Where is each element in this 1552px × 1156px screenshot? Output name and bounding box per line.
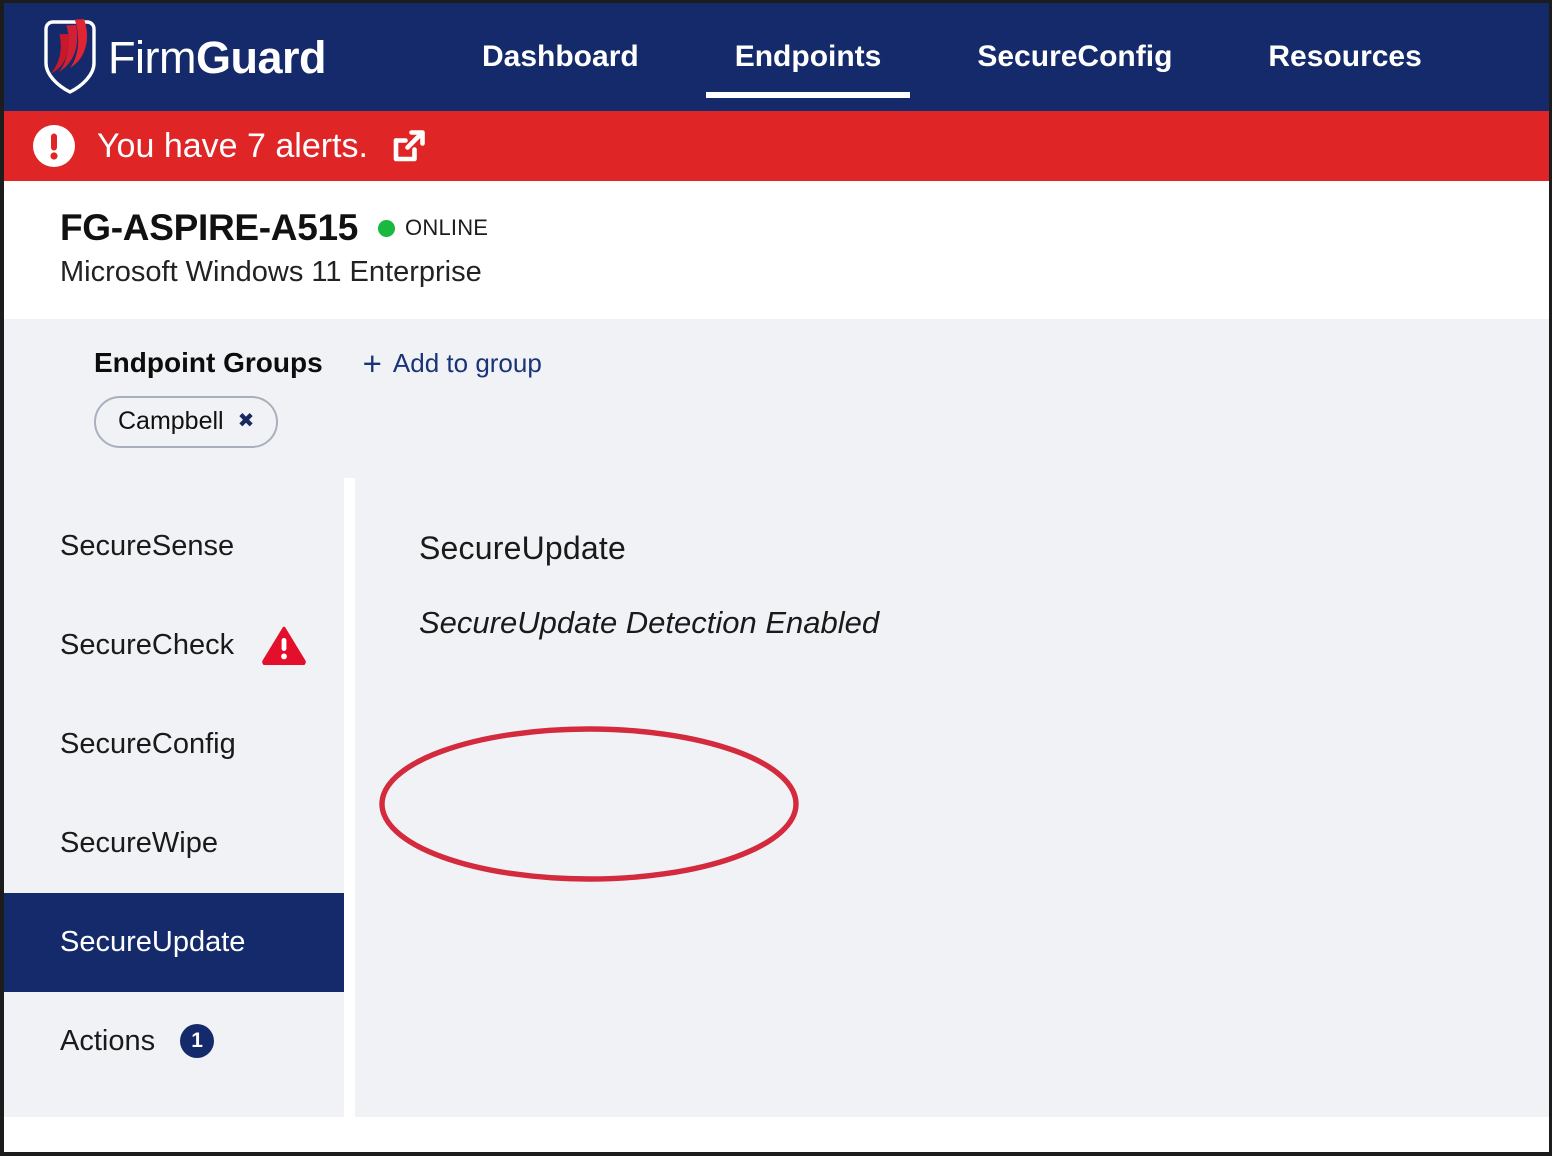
sidebar-item-secureconfig[interactable]: SecureConfig bbox=[4, 695, 344, 794]
sidebar-item-label: SecureConfig bbox=[60, 727, 236, 760]
nav-links: Dashboard Endpoints SecureConfig Resourc… bbox=[434, 3, 1549, 111]
nav-item-endpoints-label: Endpoints bbox=[734, 40, 882, 73]
external-link-icon[interactable] bbox=[390, 127, 428, 165]
sidebar-item-label: SecureWipe bbox=[60, 826, 218, 859]
online-status-dot-icon bbox=[378, 219, 396, 237]
group-chip-list: Campbell ✖ bbox=[94, 395, 1549, 448]
brand-name: FirmGuard bbox=[108, 31, 327, 83]
group-chip-label: Campbell bbox=[118, 406, 224, 435]
sidebar-item-label: Actions bbox=[60, 1024, 156, 1057]
endpoint-header: FG-ASPIRE-A515 ONLINE Microsoft Windows … bbox=[4, 181, 1549, 319]
sidebar-item-securecheck[interactable]: SecureCheck bbox=[4, 596, 344, 695]
endpoint-groups-row: Endpoint Groups + Add to group bbox=[94, 347, 1549, 380]
sidebar-item-secureupdate[interactable]: SecureUpdate bbox=[4, 892, 344, 992]
page-title: FG-ASPIRE-A515 bbox=[60, 207, 359, 248]
sidebar-item-actions-badge: 1 bbox=[180, 1024, 215, 1059]
add-to-group-button[interactable]: + Add to group bbox=[363, 347, 542, 380]
nav-item-resources[interactable]: Resources bbox=[1220, 3, 1469, 111]
sidebar-item-label: SecureUpdate bbox=[60, 925, 246, 958]
nav-item-resources-label: Resources bbox=[1268, 40, 1422, 73]
nav-item-dashboard-label: Dashboard bbox=[482, 40, 639, 73]
warning-triangle-icon bbox=[262, 626, 306, 666]
endpoint-groups-label: Endpoint Groups bbox=[94, 347, 323, 379]
module-sidebar: SecureSense SecureCheck SecureConfig Sec… bbox=[4, 477, 344, 1117]
brand-name-bold: Guard bbox=[195, 31, 327, 83]
status-badge: ONLINE bbox=[405, 215, 489, 241]
body-split: SecureSense SecureCheck SecureConfig Sec… bbox=[4, 477, 1549, 1117]
main-panel-subtitle: SecureUpdate Detection Enabled bbox=[419, 604, 880, 640]
shield-flame-logo-icon bbox=[44, 19, 96, 94]
sidebar-item-label: SecureCheck bbox=[60, 628, 235, 661]
brand-name-light: Firm bbox=[108, 31, 196, 83]
sidebar-main-gutter bbox=[344, 477, 355, 1117]
top-navigation-bar: FirmGuard Dashboard Endpoints SecureConf… bbox=[4, 3, 1549, 111]
plus-icon: + bbox=[362, 344, 382, 382]
alert-banner-text: You have 7 alerts. bbox=[97, 126, 368, 165]
main-panel-title: SecureUpdate bbox=[419, 529, 626, 566]
main-content-panel: SecureUpdate SecureUpdate Detection Enab… bbox=[355, 477, 1549, 1117]
firmguard-app-window: FirmGuard Dashboard Endpoints SecureConf… bbox=[0, 0, 1552, 1156]
close-x-icon[interactable]: ✖ bbox=[238, 411, 255, 431]
alert-exclamation-icon bbox=[33, 125, 75, 167]
nav-item-secureconfig[interactable]: SecureConfig bbox=[929, 3, 1220, 111]
brand-logo[interactable]: FirmGuard bbox=[40, 15, 327, 99]
endpoint-title-row: FG-ASPIRE-A515 ONLINE bbox=[60, 207, 1549, 249]
sidebar-item-securesense[interactable]: SecureSense bbox=[4, 497, 344, 596]
group-chip-campbell[interactable]: Campbell ✖ bbox=[94, 395, 279, 448]
alert-banner[interactable]: You have 7 alerts. bbox=[4, 111, 1549, 181]
endpoint-groups-panel: Endpoint Groups + Add to group Campbell … bbox=[4, 318, 1549, 478]
nav-item-dashboard[interactable]: Dashboard bbox=[434, 3, 687, 111]
sidebar-item-securewipe[interactable]: SecureWipe bbox=[4, 794, 344, 893]
nav-item-endpoints[interactable]: Endpoints bbox=[687, 3, 930, 111]
sidebar-item-label: SecureSense bbox=[60, 529, 235, 562]
nav-item-secureconfig-label: SecureConfig bbox=[977, 40, 1173, 73]
endpoint-os: Microsoft Windows 11 Enterprise bbox=[60, 255, 482, 288]
add-to-group-label: Add to group bbox=[392, 347, 542, 378]
sidebar-item-actions[interactable]: Actions 1 bbox=[4, 992, 344, 1091]
